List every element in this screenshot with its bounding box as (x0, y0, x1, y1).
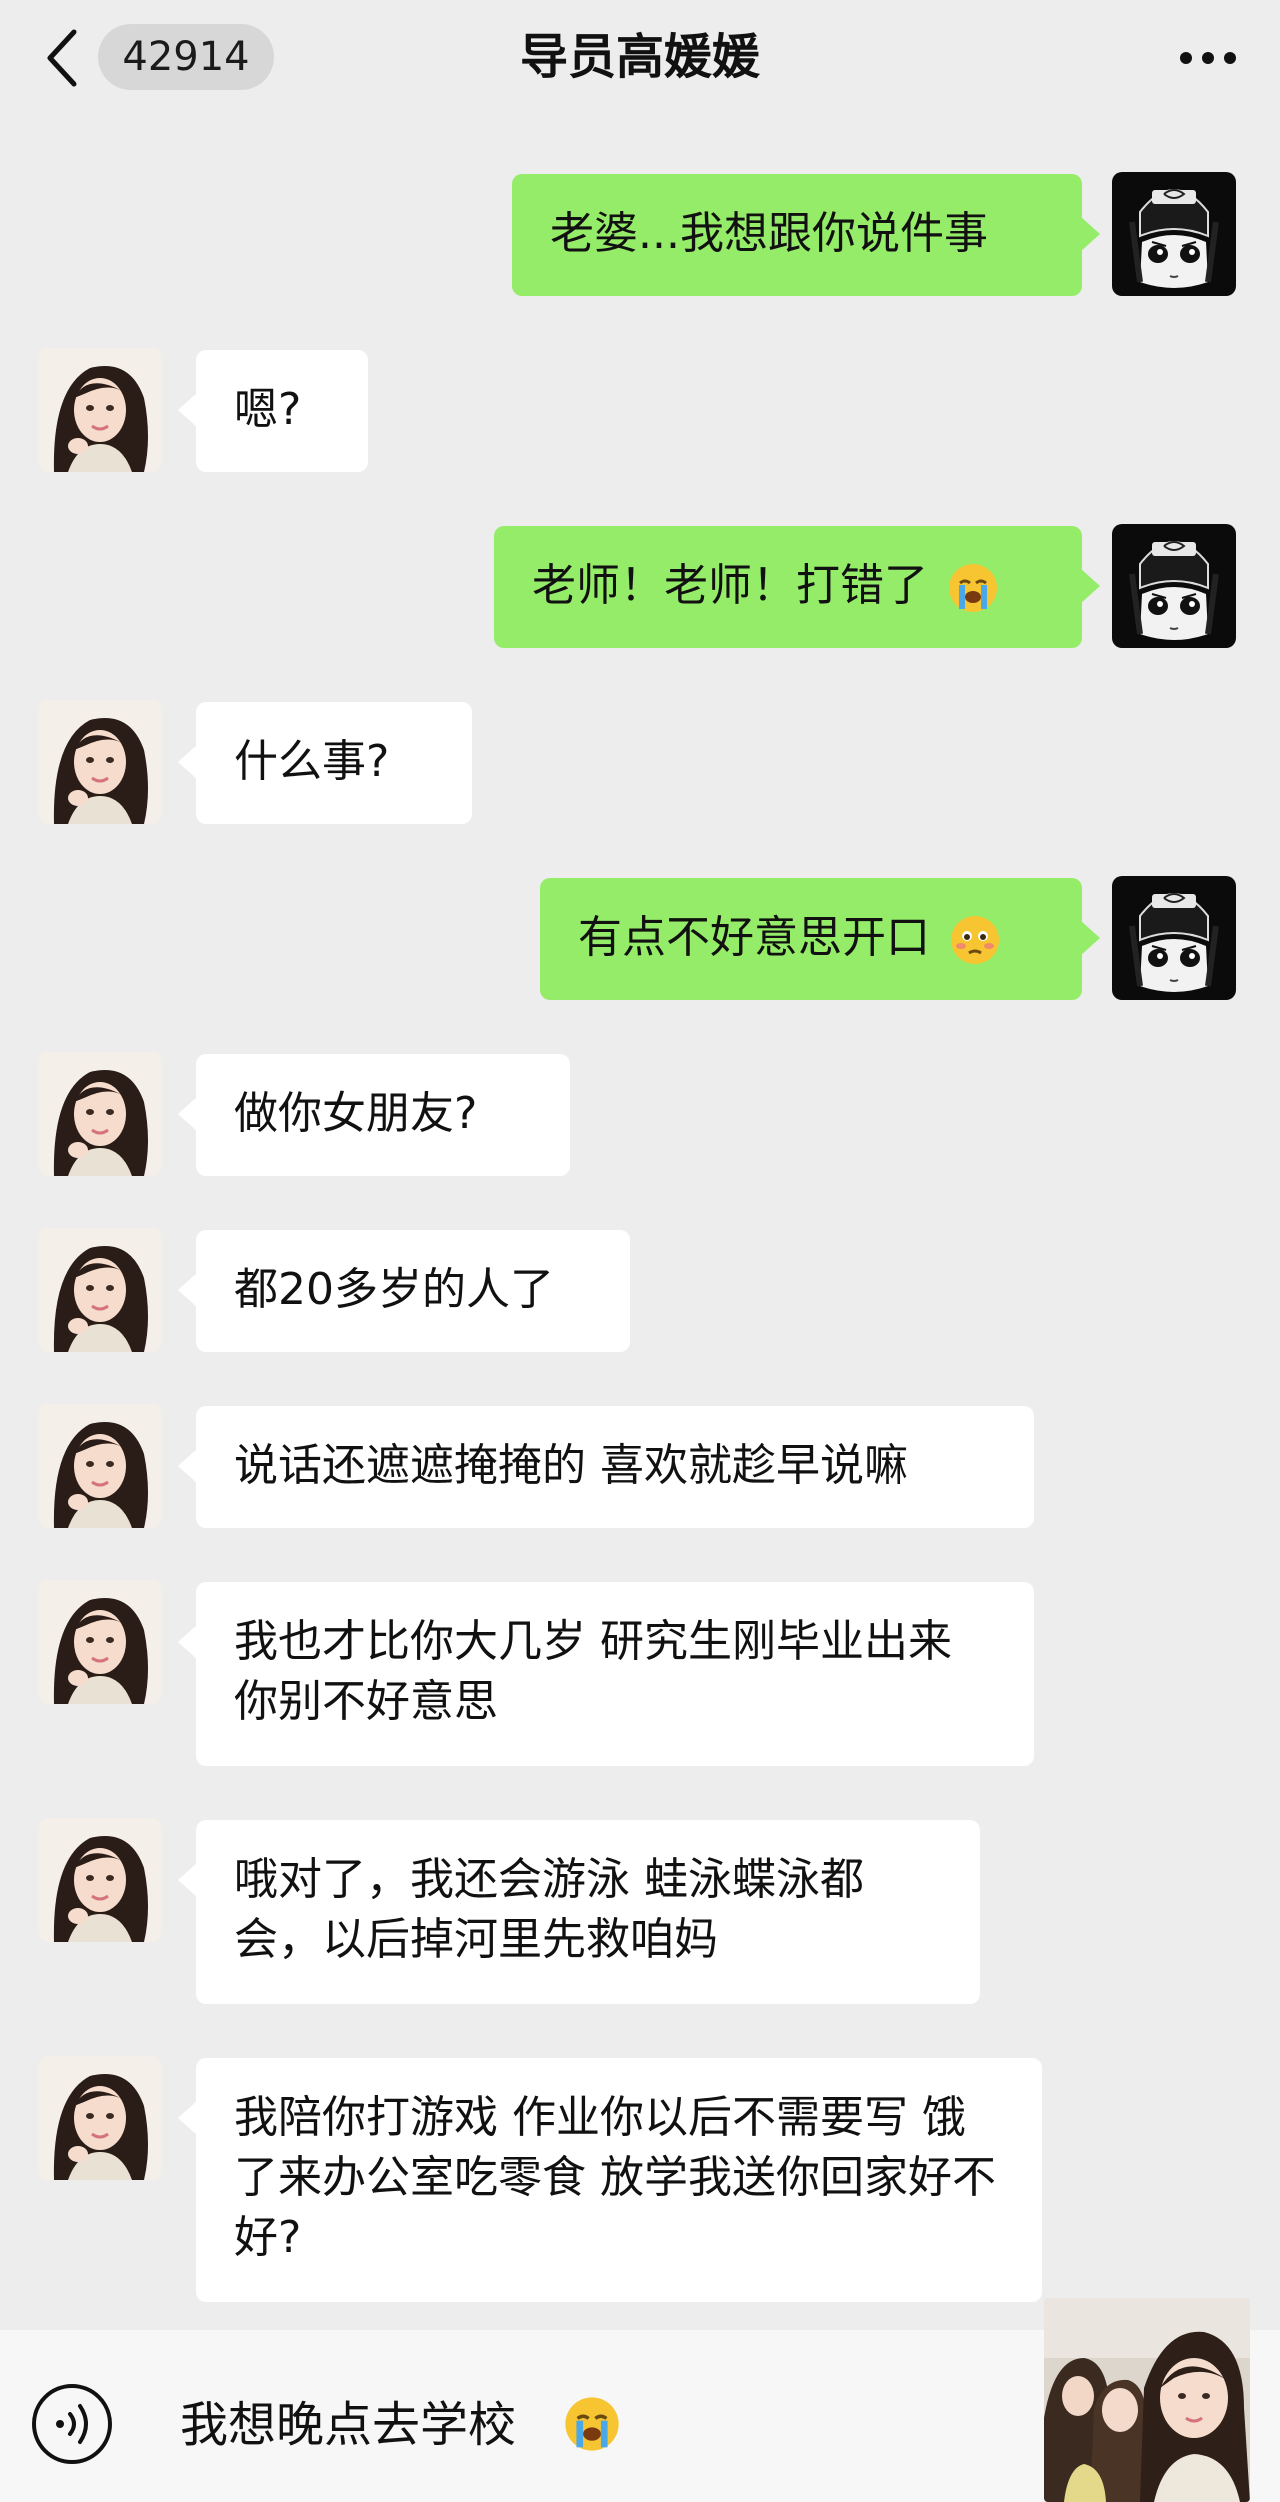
message-bubble-incoming[interactable]: 什么事? (178, 702, 472, 824)
message-bubble-incoming[interactable]: 嗯? (178, 350, 368, 472)
message-bubble-outgoing[interactable]: 老师！老师！打错了 (494, 526, 1100, 648)
message-bubble-outgoing[interactable]: 有点不好意思开口 (540, 878, 1100, 1000)
chat-header: 42914 导员高媛媛 (0, 0, 1280, 120)
message-text: 有点不好意思开口 (578, 912, 930, 963)
message-bubble-incoming[interactable]: 都20多岁的人了 (178, 1230, 630, 1352)
my-avatar[interactable] (1112, 172, 1236, 296)
message-bubble-incoming[interactable]: 我也才比你大几岁 研究生刚毕业出来 你别不好意思 (178, 1582, 1034, 1766)
message-bubble-outgoing[interactable]: 老婆...我想跟你说件事 (512, 174, 1100, 296)
message-text: 老婆...我想跟你说件事 (550, 208, 988, 259)
my-avatar[interactable] (1112, 876, 1236, 1000)
message-text: 做你女朋友? (234, 1088, 478, 1139)
message-bubble-incoming[interactable]: 说话还遮遮掩掩的 喜欢就趁早说嘛 (178, 1406, 1034, 1528)
message-text: 我也才比你大几岁 研究生刚毕业出来 你别不好意思 (234, 1616, 952, 1727)
message-input[interactable]: 我想晚点去学校 (180, 2394, 516, 2456)
message-text: 嗯? (234, 384, 302, 435)
more-options-icon[interactable] (1176, 40, 1240, 76)
contact-avatar[interactable] (38, 2056, 162, 2180)
message-text: 说话还遮遮掩掩的 喜欢就趁早说嘛 (234, 1440, 908, 1491)
video-overlay-thumbnail[interactable] (1044, 2298, 1250, 2502)
message-text: 都20多岁的人了 (234, 1264, 554, 1315)
contact-avatar[interactable] (38, 1052, 162, 1176)
chat-title: 导员高媛媛 (519, 29, 760, 85)
message-bubble-incoming[interactable]: 我陪你打游戏 作业你以后不需要写 饿了来办公室吃零食 放学我送你回家好不好? (178, 2058, 1042, 2302)
contact-avatar[interactable] (38, 1228, 162, 1352)
contact-avatar[interactable] (38, 1580, 162, 1704)
message-text: 哦对了，我还会游泳 蛙泳蝶泳都会，以后掉河里先救咱妈 (234, 1854, 864, 1965)
crying-emoji-icon (949, 564, 997, 612)
message-text: 什么事? (234, 736, 390, 787)
message-bubble-incoming[interactable]: 做你女朋友? (178, 1054, 570, 1176)
contact-avatar[interactable] (38, 348, 162, 472)
contact-avatar[interactable] (38, 700, 162, 824)
message-text: 老师！老师！打错了 (532, 560, 928, 611)
message-text: 我陪你打游戏 作业你以后不需要写 饿了来办公室吃零食 放学我送你回家好不好? (234, 2092, 996, 2263)
my-avatar[interactable] (1112, 524, 1236, 648)
embarrassed-emoji-icon (951, 916, 999, 964)
message-bubble-incoming[interactable]: 哦对了，我还会游泳 蛙泳蝶泳都会，以后掉河里先救咱妈 (178, 1820, 980, 2004)
contact-avatar[interactable] (38, 1818, 162, 1942)
voice-input-icon[interactable] (30, 2382, 114, 2466)
contact-avatar[interactable] (38, 1404, 162, 1528)
crying-emoji-icon (565, 2397, 619, 2451)
